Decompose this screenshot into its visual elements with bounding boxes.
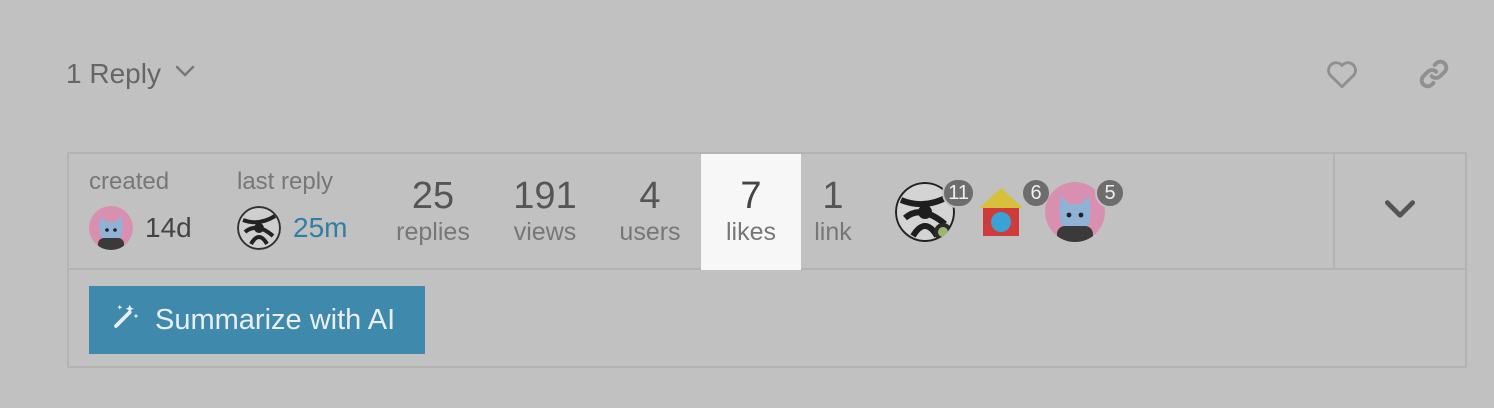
participant[interactable]: 5 <box>1045 178 1125 244</box>
heart-icon <box>1324 56 1360 97</box>
participant[interactable]: 11 <box>895 178 975 244</box>
last-reply-label: last reply <box>237 168 334 195</box>
summarize-with-ai-button[interactable]: Summarize with AI <box>89 286 425 354</box>
stat-number: 7 <box>740 174 762 217</box>
stat-number: 4 <box>639 174 661 217</box>
stat-number: 1 <box>822 174 844 217</box>
created-label: created <box>89 168 170 195</box>
created-age: 14d <box>145 212 192 243</box>
participant[interactable]: 6 <box>971 178 1051 244</box>
last-reply-age: 25m <box>293 212 348 243</box>
stat-label: likes <box>725 218 776 247</box>
post-actions <box>1322 56 1454 96</box>
stat-views[interactable]: 191 views <box>501 154 589 270</box>
stat-label: views <box>513 218 577 247</box>
chevron-down-icon <box>1381 190 1419 233</box>
last-reply-value[interactable]: 25m <box>237 206 347 250</box>
avatar[interactable] <box>89 206 133 250</box>
share-link-button[interactable] <box>1414 56 1454 96</box>
topic-map: created 14d last reply 25m 25 replies 19… <box>67 152 1467 368</box>
chevron-down-icon <box>173 58 197 90</box>
stat-label: link <box>814 218 852 247</box>
stat-likes[interactable]: 7 likes <box>701 154 801 270</box>
replies-toggle-button[interactable]: 1 Reply <box>66 58 197 90</box>
stat-users[interactable]: 4 users <box>607 154 693 270</box>
stat-label: users <box>619 218 681 247</box>
topic-map-summary: created 14d last reply 25m 25 replies 19… <box>69 154 1335 270</box>
created-value[interactable]: 14d <box>89 206 192 250</box>
stat-links[interactable]: 1 link <box>803 154 863 270</box>
created-info: created 14d <box>89 168 192 250</box>
post-count-badge: 5 <box>1095 178 1125 208</box>
avatar[interactable] <box>237 206 281 250</box>
summarize-button-label: Summarize with AI <box>155 303 396 336</box>
stat-replies[interactable]: 25 replies <box>387 154 479 270</box>
topic-footer: 1 Reply created 14d last reply 25m 25 re… <box>0 0 1494 408</box>
stat-label: replies <box>396 218 470 247</box>
like-button[interactable] <box>1322 56 1362 96</box>
expand-topic-map-button[interactable] <box>1333 154 1465 270</box>
last-reply-info: last reply 25m <box>237 168 347 250</box>
link-icon <box>1416 56 1452 97</box>
stat-number: 191 <box>513 174 577 217</box>
replies-toggle-label: 1 Reply <box>66 58 161 89</box>
magic-wand-icon <box>111 301 141 339</box>
stat-number: 25 <box>411 174 455 217</box>
